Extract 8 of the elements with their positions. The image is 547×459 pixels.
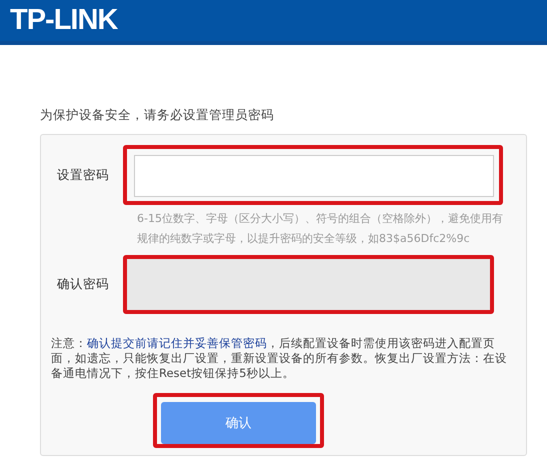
notice-text: 注意：确认提交前请记住并妥善保管密码，后续配置设备时需使用该密码进入配置页面，如遗忘，只能恢复出厂设置，重新设置设备的所有参数。恢复出厂设置方法：在设备通电情况下，按住Reset按钮保持5秒以上。 [51,336,508,381]
field-label: 确认密码 [56,276,110,293]
intro-text: 为保护设备安全，请务必设置管理员密码 [40,107,275,124]
password-field[interactable] [134,155,494,197]
confirm-button[interactable]: 确认 [161,402,316,444]
hint-text: 6-15位数字、字母（区分大小写）、符号的组合（空格除外），避免使用有规律的纯数字或字母，以提升密码的安全等级，如83$a56Dfc2%9c [137,211,504,247]
logo: TP-LINK [10,4,118,37]
field-label: 设置密码 [56,166,110,184]
